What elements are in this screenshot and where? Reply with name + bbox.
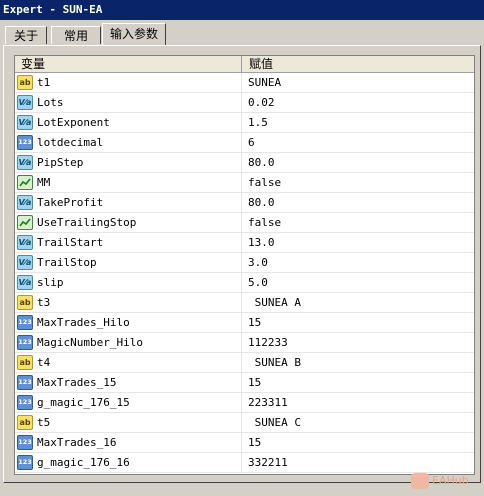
- param-value[interactable]: SUNEA C: [248, 413, 301, 432]
- integer-icon: 123: [17, 455, 33, 470]
- string-icon: ab: [17, 415, 33, 430]
- param-row[interactable]: ab t1 SUNEA: [15, 73, 474, 93]
- param-row[interactable]: UseTrailingStop false: [15, 213, 474, 233]
- tab-about[interactable]: 关于: [5, 26, 47, 44]
- param-name: t3: [37, 293, 242, 312]
- param-row[interactable]: V⁄a PipStep 80.0: [15, 153, 474, 173]
- param-name: MagicNumber_Hilo: [37, 333, 242, 352]
- watermark: EAHub: [411, 470, 469, 492]
- param-name: MaxTrades_15: [37, 373, 242, 392]
- param-name: TrailStart: [37, 233, 242, 252]
- param-row[interactable]: 123 MaxTrades_Hilo 15: [15, 313, 474, 333]
- param-name: t5: [37, 413, 242, 432]
- integer-icon: 123: [17, 135, 33, 150]
- param-value[interactable]: 1.5: [248, 113, 268, 132]
- param-value[interactable]: 0.02: [248, 93, 275, 112]
- integer-icon: 123: [17, 375, 33, 390]
- boolean-icon: [17, 215, 33, 230]
- param-value[interactable]: false: [248, 173, 281, 192]
- param-name: UseTrailingStop: [37, 213, 242, 232]
- header-variable[interactable]: 变量: [15, 56, 242, 72]
- integer-icon: 123: [17, 435, 33, 450]
- double-icon: V⁄a: [17, 155, 33, 170]
- string-icon: ab: [17, 75, 33, 90]
- param-row[interactable]: ab t5 SUNEA C: [15, 413, 474, 433]
- integer-icon: 123: [17, 315, 33, 330]
- param-value[interactable]: 332211: [248, 453, 288, 472]
- param-name: lotdecimal: [37, 133, 242, 152]
- param-row[interactable]: ab t4 SUNEA B: [15, 353, 474, 373]
- param-row[interactable]: V⁄a TrailStart 13.0: [15, 233, 474, 253]
- watermark-text: EAHub: [432, 474, 469, 487]
- param-value[interactable]: 3.0: [248, 253, 268, 272]
- param-name: LotExponent: [37, 113, 242, 132]
- param-row[interactable]: 123 MagicNumber_Hilo 112233: [15, 333, 474, 353]
- param-name: g_magic_176_16: [37, 453, 242, 472]
- param-row[interactable]: V⁄a Lots 0.02: [15, 93, 474, 113]
- string-icon: ab: [17, 355, 33, 370]
- param-value[interactable]: 6: [248, 133, 255, 152]
- grid-rows: ab t1 SUNEA V⁄a Lots 0.02 V⁄a LotExponent 1.5 123…: [15, 73, 474, 473]
- param-name: MM: [37, 173, 242, 192]
- grid-header: 变量 赋值: [15, 56, 474, 73]
- window-title: Expert - SUN-EA: [0, 0, 484, 20]
- double-icon: V⁄a: [17, 95, 33, 110]
- parameters-grid: 变量 赋值 ab t1 SUNEA V⁄a Lots 0.02 V⁄a LotExponent…: [14, 55, 475, 475]
- param-name: slip: [37, 273, 242, 292]
- string-icon: ab: [17, 295, 33, 310]
- param-row[interactable]: 123 g_magic_176_15 223311: [15, 393, 474, 413]
- param-row[interactable]: 123 MaxTrades_15 15: [15, 373, 474, 393]
- integer-icon: 123: [17, 395, 33, 410]
- double-icon: V⁄a: [17, 235, 33, 250]
- param-value[interactable]: false: [248, 213, 281, 232]
- param-value[interactable]: 15: [248, 433, 261, 452]
- param-row[interactable]: V⁄a TrailStop 3.0: [15, 253, 474, 273]
- param-value[interactable]: 80.0: [248, 153, 275, 172]
- param-value[interactable]: 5.0: [248, 273, 268, 292]
- boolean-icon: [17, 175, 33, 190]
- param-name: MaxTrades_Hilo: [37, 313, 242, 332]
- eahub-logo-icon: [411, 473, 429, 489]
- header-value[interactable]: 赋值: [243, 56, 273, 72]
- param-name: TakeProfit: [37, 193, 242, 212]
- tab-strip: 关于 常用 输入参数: [0, 20, 484, 46]
- param-value[interactable]: 15: [248, 313, 261, 332]
- param-row[interactable]: V⁄a LotExponent 1.5: [15, 113, 474, 133]
- param-value[interactable]: SUNEA: [248, 73, 281, 92]
- double-icon: V⁄a: [17, 275, 33, 290]
- param-name: g_magic_176_15: [37, 393, 242, 412]
- param-row[interactable]: MM false: [15, 173, 474, 193]
- param-value[interactable]: 112233: [248, 333, 288, 352]
- param-name: MaxTrades_16: [37, 433, 242, 452]
- param-value[interactable]: SUNEA A: [248, 293, 301, 312]
- param-row[interactable]: 123 g_magic_176_16 332211: [15, 453, 474, 473]
- param-name: t4: [37, 353, 242, 372]
- tab-common[interactable]: 常用: [51, 26, 101, 44]
- param-row[interactable]: V⁄a TakeProfit 80.0: [15, 193, 474, 213]
- param-name: Lots: [37, 93, 242, 112]
- param-value[interactable]: 80.0: [248, 193, 275, 212]
- param-row[interactable]: 123 MaxTrades_16 15: [15, 433, 474, 453]
- param-value[interactable]: 13.0: [248, 233, 275, 252]
- param-row[interactable]: ab t3 SUNEA A: [15, 293, 474, 313]
- double-icon: V⁄a: [17, 195, 33, 210]
- param-name: TrailStop: [37, 253, 242, 272]
- tab-inputs[interactable]: 输入参数: [102, 23, 166, 45]
- param-value[interactable]: SUNEA B: [248, 353, 301, 372]
- param-name: PipStep: [37, 153, 242, 172]
- param-name: t1: [37, 73, 242, 92]
- integer-icon: 123: [17, 335, 33, 350]
- param-value[interactable]: 15: [248, 373, 261, 392]
- param-row[interactable]: 123 lotdecimal 6: [15, 133, 474, 153]
- double-icon: V⁄a: [17, 115, 33, 130]
- param-value[interactable]: 223311: [248, 393, 288, 412]
- double-icon: V⁄a: [17, 255, 33, 270]
- param-row[interactable]: V⁄a slip 5.0: [15, 273, 474, 293]
